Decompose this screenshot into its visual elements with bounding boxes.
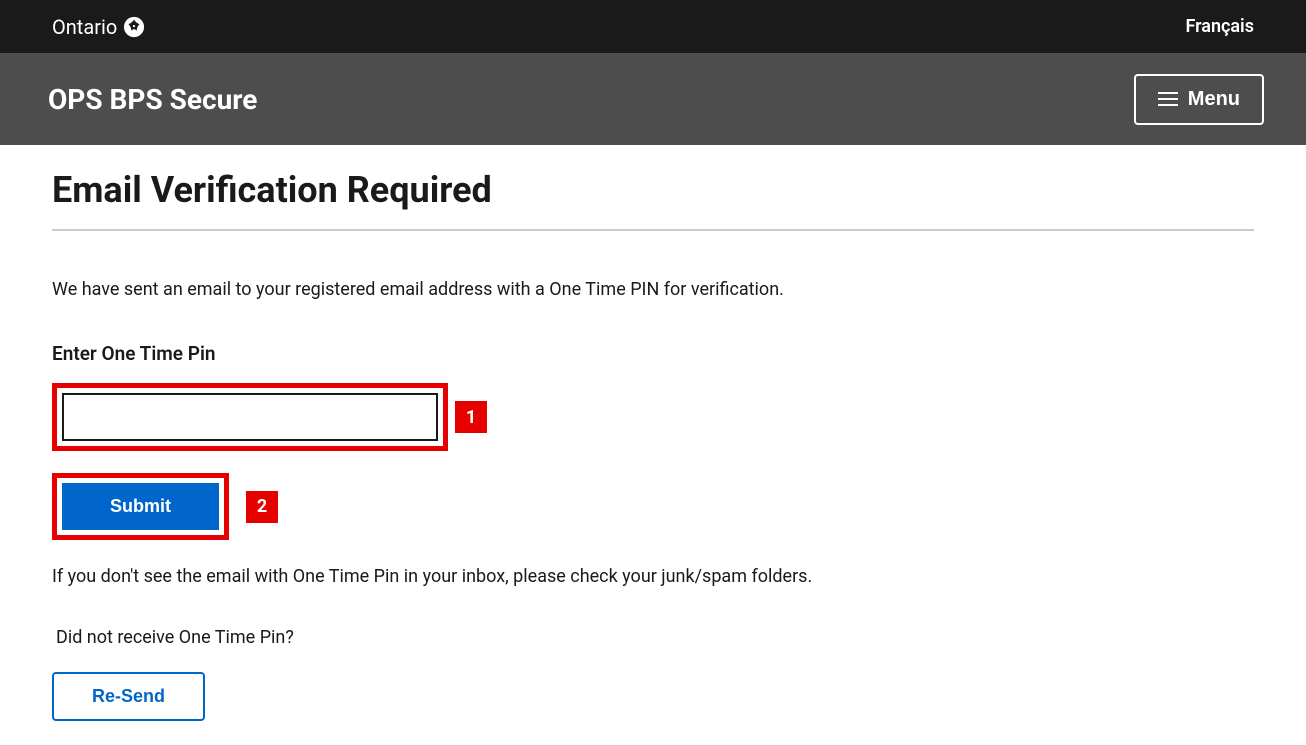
ontario-logo[interactable]: Ontario	[52, 15, 145, 39]
intro-text: We have sent an email to your registered…	[52, 279, 1254, 300]
highlight-pin: 1	[52, 383, 448, 451]
spam-hint: If you don't see the email with One Time…	[52, 566, 1254, 587]
resend-prompt: Did not receive One Time Pin?	[52, 627, 1254, 648]
main-content: Email Verification Required We have sent…	[0, 145, 1306, 745]
pin-input[interactable]	[62, 393, 438, 441]
trillium-icon	[123, 16, 145, 38]
resend-button[interactable]: Re-Send	[52, 672, 205, 721]
app-title: OPS BPS Secure	[48, 83, 257, 116]
top-bar: Ontario Français	[0, 0, 1306, 53]
menu-button[interactable]: Menu	[1134, 74, 1264, 125]
pin-label: Enter One Time Pin	[52, 342, 1254, 365]
callout-2: 2	[246, 491, 278, 523]
menu-label: Menu	[1188, 88, 1240, 111]
highlight-submit: Submit 2	[52, 473, 229, 540]
hamburger-icon	[1158, 92, 1178, 106]
callout-1: 1	[455, 401, 487, 433]
language-toggle[interactable]: Français	[1185, 16, 1254, 37]
page-title: Email Verification Required	[52, 169, 1254, 211]
sub-header: OPS BPS Secure Menu	[0, 53, 1306, 145]
divider	[52, 229, 1254, 231]
submit-button[interactable]: Submit	[62, 483, 219, 530]
brand-text: Ontario	[52, 15, 117, 39]
